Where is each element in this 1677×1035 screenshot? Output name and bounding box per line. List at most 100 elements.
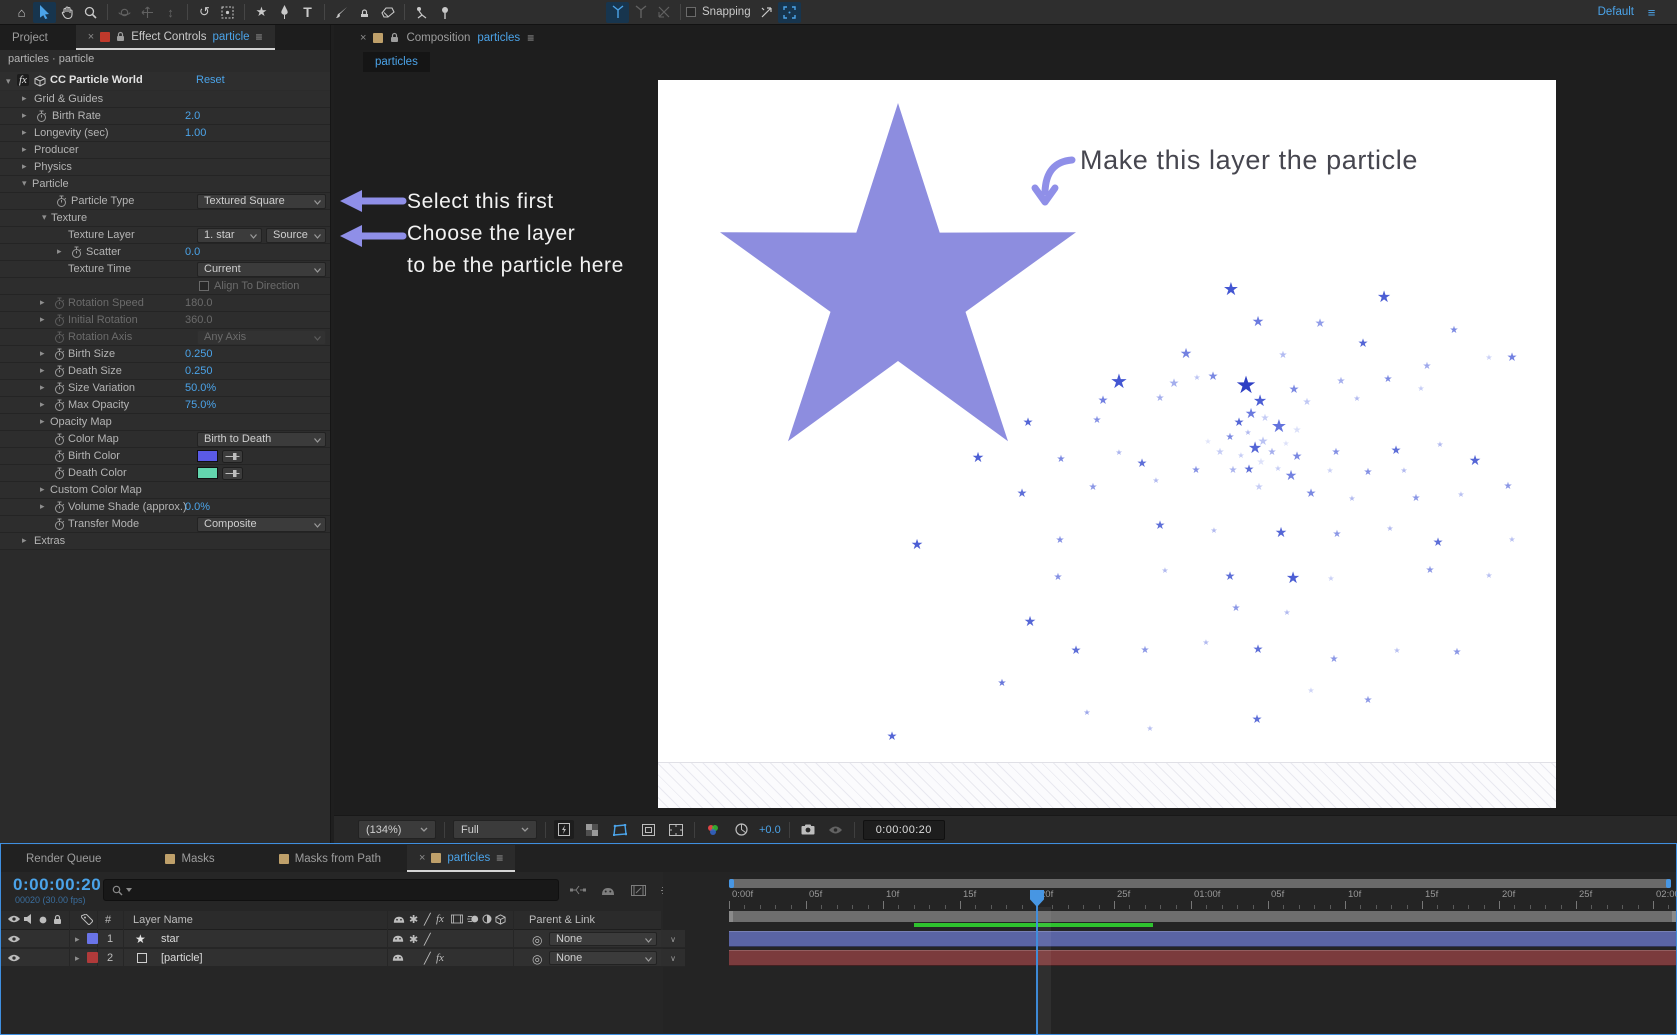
- clone-stamp-tool-icon[interactable]: [353, 2, 376, 23]
- layer-inout-expander[interactable]: ∨: [661, 949, 685, 967]
- layer-inout-expander[interactable]: ∨: [661, 930, 685, 948]
- slash-switch-icon[interactable]: ╱: [424, 933, 431, 946]
- tab-render-queue[interactable]: Render Queue: [1, 845, 113, 872]
- stopwatch-icon[interactable]: [54, 399, 65, 412]
- quality-switch-header-icon[interactable]: ╱: [424, 913, 431, 926]
- eraser-tool-icon[interactable]: [376, 2, 399, 23]
- property-dropdown[interactable]: Composite: [197, 517, 326, 532]
- property-value[interactable]: 180.0: [185, 297, 213, 309]
- effect-row-scatter[interactable]: ▸Scatter0.0: [0, 244, 330, 261]
- effect-row-particle[interactable]: ▾Particle: [0, 176, 330, 193]
- exposure-icon[interactable]: [731, 820, 751, 839]
- fast-previews-icon[interactable]: [554, 820, 574, 839]
- exposure-value[interactable]: +0.0: [759, 824, 781, 836]
- home-icon[interactable]: ⌂: [10, 2, 33, 23]
- texture-layer-dropdown[interactable]: 1. star: [197, 228, 262, 243]
- expand-icon[interactable]: ▸: [40, 484, 45, 495]
- expand-icon[interactable]: ▸: [40, 314, 45, 325]
- color-swatch[interactable]: [197, 467, 218, 479]
- property-dropdown[interactable]: Birth to Death: [197, 432, 326, 447]
- stopwatch-icon[interactable]: [71, 246, 82, 259]
- magnification-dropdown[interactable]: (134%): [358, 820, 436, 839]
- property-value[interactable]: 75.0%: [185, 399, 216, 411]
- motion-blur-header-icon[interactable]: [467, 914, 479, 924]
- roto-brush-tool-icon[interactable]: [410, 2, 433, 23]
- tab-composition[interactable]: × Composition particles ≡: [348, 25, 546, 50]
- layer-name-label[interactable]: [particle]: [161, 952, 203, 964]
- effect-row-texture[interactable]: ▾Texture: [0, 210, 330, 227]
- stopwatch-icon[interactable]: [54, 450, 65, 463]
- expand-icon[interactable]: ▸: [22, 535, 27, 546]
- audio-column-icon[interactable]: [24, 914, 34, 924]
- parent-dropdown[interactable]: None: [549, 932, 657, 946]
- effect-reset-link[interactable]: Reset: [196, 74, 225, 86]
- resolution-dropdown[interactable]: Full: [453, 820, 537, 839]
- snapping-checkbox[interactable]: [686, 7, 696, 17]
- color-swatch[interactable]: [197, 450, 218, 462]
- layer-duration-bar-2[interactable]: [729, 950, 1676, 966]
- property-value[interactable]: 1.00: [185, 127, 206, 139]
- property-value[interactable]: 0.0%: [185, 501, 210, 513]
- show-snapshot-icon[interactable]: [826, 820, 846, 839]
- safe-margins-icon[interactable]: [666, 820, 686, 839]
- collapse-icon[interactable]: ▾: [22, 178, 27, 189]
- shy-switch-icon[interactable]: [392, 952, 404, 961]
- layer-visibility-eye-icon[interactable]: [7, 934, 21, 944]
- layer-duration-bar-1[interactable]: [729, 931, 1676, 947]
- stopwatch-icon[interactable]: [54, 467, 65, 480]
- stopwatch-icon[interactable]: [54, 501, 65, 514]
- expander-icon[interactable]: ▾: [6, 76, 11, 87]
- effect-row-max-opacity[interactable]: ▸Max Opacity75.0%: [0, 397, 330, 414]
- stopwatch-icon[interactable]: [54, 382, 65, 395]
- slash-switch-icon[interactable]: ╱: [424, 952, 431, 965]
- workspace-label[interactable]: Default: [1598, 6, 1634, 18]
- effect-row-color-map[interactable]: Color MapBirth to Death: [0, 431, 330, 448]
- effect-row-opacity-map[interactable]: ▸Opacity Map: [0, 414, 330, 431]
- stopwatch-icon[interactable]: [54, 297, 65, 310]
- panel-menu-icon[interactable]: ≡: [527, 31, 534, 45]
- mask-visibility-icon[interactable]: [610, 820, 630, 839]
- local-axis-mode-icon[interactable]: [606, 2, 629, 23]
- effect-row-transfer-mode[interactable]: Transfer ModeComposite: [0, 516, 330, 533]
- region-of-interest-icon[interactable]: [638, 820, 658, 839]
- effect-row-size-variation[interactable]: ▸Size Variation50.0%: [0, 380, 330, 397]
- effect-row-volume-shade-approx-[interactable]: ▸Volume Shade (approx.)0.0%: [0, 499, 330, 516]
- view-axis-mode-icon[interactable]: [652, 2, 675, 23]
- panel-menu-icon[interactable]: ≡: [256, 30, 263, 44]
- effect-row-texture-time[interactable]: Texture TimeCurrent: [0, 261, 330, 278]
- layer-row-particle[interactable]: ▸2[particle]╱fx◎None: [1, 949, 661, 967]
- expand-icon[interactable]: ▸: [22, 93, 27, 104]
- threed-header-icon[interactable]: [495, 914, 506, 925]
- expand-icon[interactable]: ▸: [40, 297, 45, 308]
- adjustment-header-icon[interactable]: [482, 914, 492, 924]
- layer-name-column-header[interactable]: Layer Name: [133, 914, 193, 926]
- stopwatch-icon[interactable]: [54, 331, 65, 344]
- stopwatch-icon[interactable]: [54, 314, 65, 327]
- effect-row-custom-color-map[interactable]: ▸Custom Color Map: [0, 482, 330, 499]
- ruler-area[interactable]: 0:00f05f10f15f20f25f01:00f05f10f15f20f25…: [687, 889, 1676, 909]
- lock-column-icon[interactable]: [53, 914, 62, 925]
- effect-row-death-size[interactable]: ▸Death Size0.250: [0, 363, 330, 380]
- snap-options-icon[interactable]: [778, 2, 801, 23]
- effect-row-physics[interactable]: ▸Physics: [0, 159, 330, 176]
- expand-icon[interactable]: ▸: [57, 246, 62, 257]
- stopwatch-icon[interactable]: [56, 195, 67, 208]
- property-dropdown[interactable]: Any Axis: [197, 330, 326, 345]
- world-axis-mode-icon[interactable]: [629, 2, 652, 23]
- playhead-line[interactable]: [1036, 890, 1038, 1034]
- parent-pickwhip-icon[interactable]: ◎: [532, 933, 542, 947]
- close-tab-icon[interactable]: ×: [88, 31, 94, 43]
- timeline-search-input[interactable]: [103, 879, 559, 901]
- stopwatch-icon[interactable]: [36, 110, 47, 123]
- effects-switch-header-icon[interactable]: fx: [436, 913, 444, 925]
- frame-blend-header-icon[interactable]: [451, 914, 463, 924]
- tab-particles[interactable]: × particles ≡: [407, 845, 515, 872]
- shape-tool-icon[interactable]: ★: [250, 2, 273, 23]
- effect-row-birth-rate[interactable]: ▸Birth Rate2.0: [0, 108, 330, 125]
- work-area-bar[interactable]: [729, 911, 1676, 922]
- property-dropdown[interactable]: Current: [197, 262, 326, 277]
- frame-blending-toggle-icon[interactable]: [629, 882, 647, 898]
- hand-tool-icon[interactable]: [56, 2, 79, 23]
- expand-icon[interactable]: ▸: [22, 144, 27, 155]
- tab-effect-controls[interactable]: × Effect Controls particle ≡: [76, 25, 275, 50]
